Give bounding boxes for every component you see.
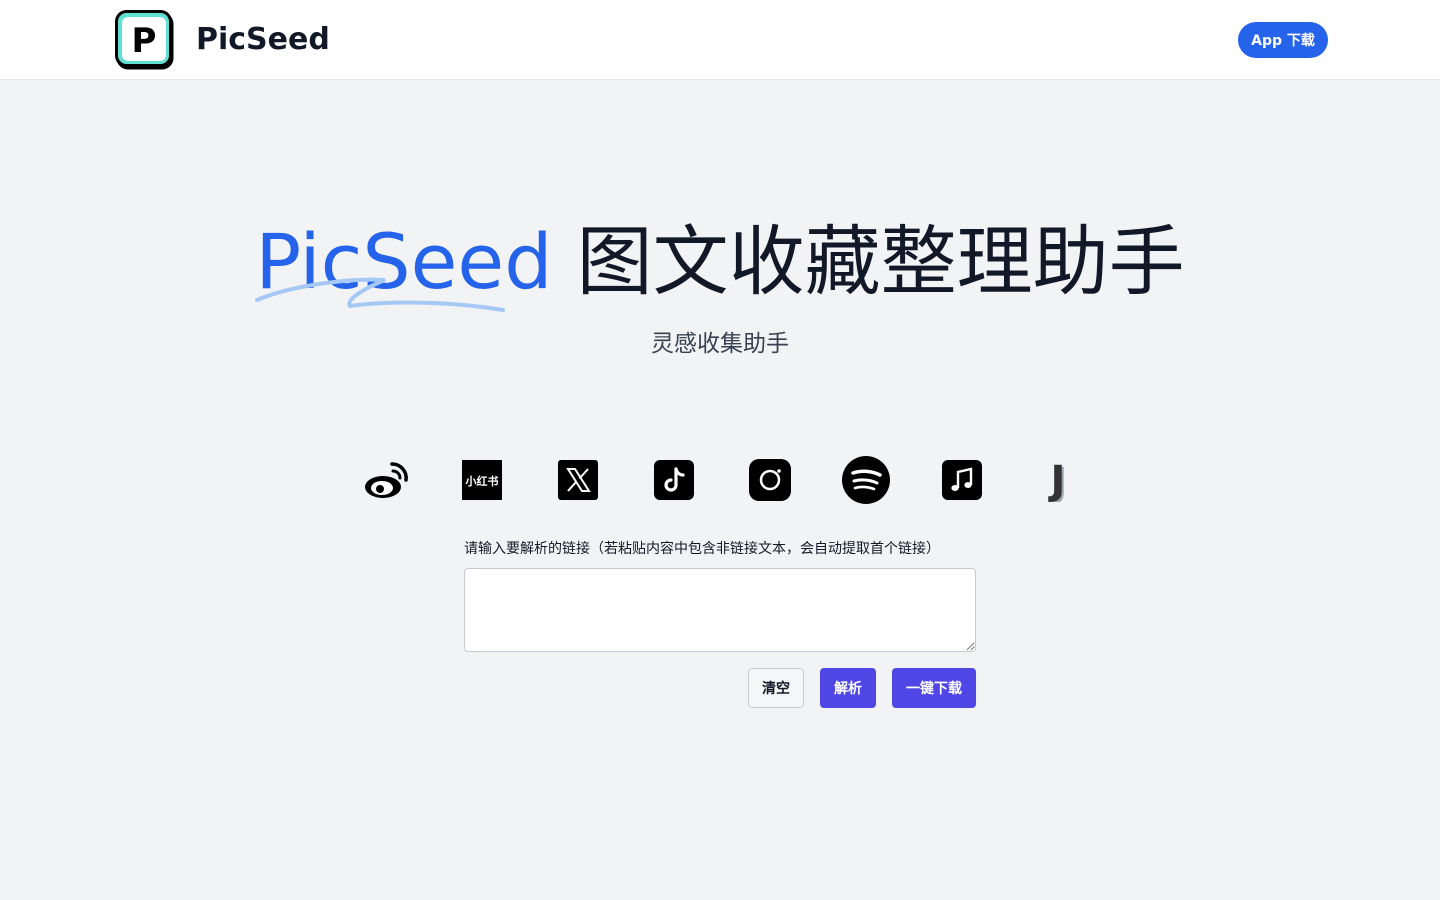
jike-letter: J xyxy=(1048,458,1066,502)
apple-music-icon[interactable] xyxy=(934,452,990,508)
hero-brand-word: PicSeed xyxy=(255,212,552,312)
platform-icons: 小红书 J J xyxy=(358,452,1082,508)
tiktok-icon[interactable] xyxy=(646,452,702,508)
x-twitter-icon[interactable] xyxy=(550,452,606,508)
spotify-icon[interactable] xyxy=(838,452,894,508)
page-title: PicSeed 图文收藏整理助手 xyxy=(255,212,1185,312)
xiaohongshu-icon[interactable]: 小红书 xyxy=(454,452,510,508)
logo-letter: P xyxy=(132,21,157,61)
weibo-icon[interactable] xyxy=(358,452,414,508)
top-header: P PicSeed App 下载 xyxy=(0,0,1440,80)
parse-button[interactable]: 解析 xyxy=(820,668,876,708)
squiggle-underline-icon xyxy=(255,277,506,312)
instagram-icon[interactable] xyxy=(742,452,798,508)
xiaohongshu-label: 小红书 xyxy=(465,474,499,488)
page-subtitle: 灵感收集助手 xyxy=(651,331,789,357)
jike-icon[interactable]: J J xyxy=(1030,452,1086,508)
hero-section: PicSeed 图文收藏整理助手 xyxy=(0,212,1440,312)
link-input-label: 请输入要解析的链接（若粘贴内容中包含非链接文本，会自动提取首个链接） xyxy=(464,541,940,557)
hero-title-rest: 图文收藏整理助手 xyxy=(576,217,1185,306)
link-input[interactable] xyxy=(464,568,976,652)
one-click-download-button[interactable]: 一键下载 xyxy=(892,668,976,708)
picseed-logo[interactable]: P xyxy=(115,10,174,70)
brand-name[interactable]: PicSeed xyxy=(196,20,330,60)
app-download-button[interactable]: App 下载 xyxy=(1238,22,1328,58)
clear-button[interactable]: 清空 xyxy=(748,668,804,708)
